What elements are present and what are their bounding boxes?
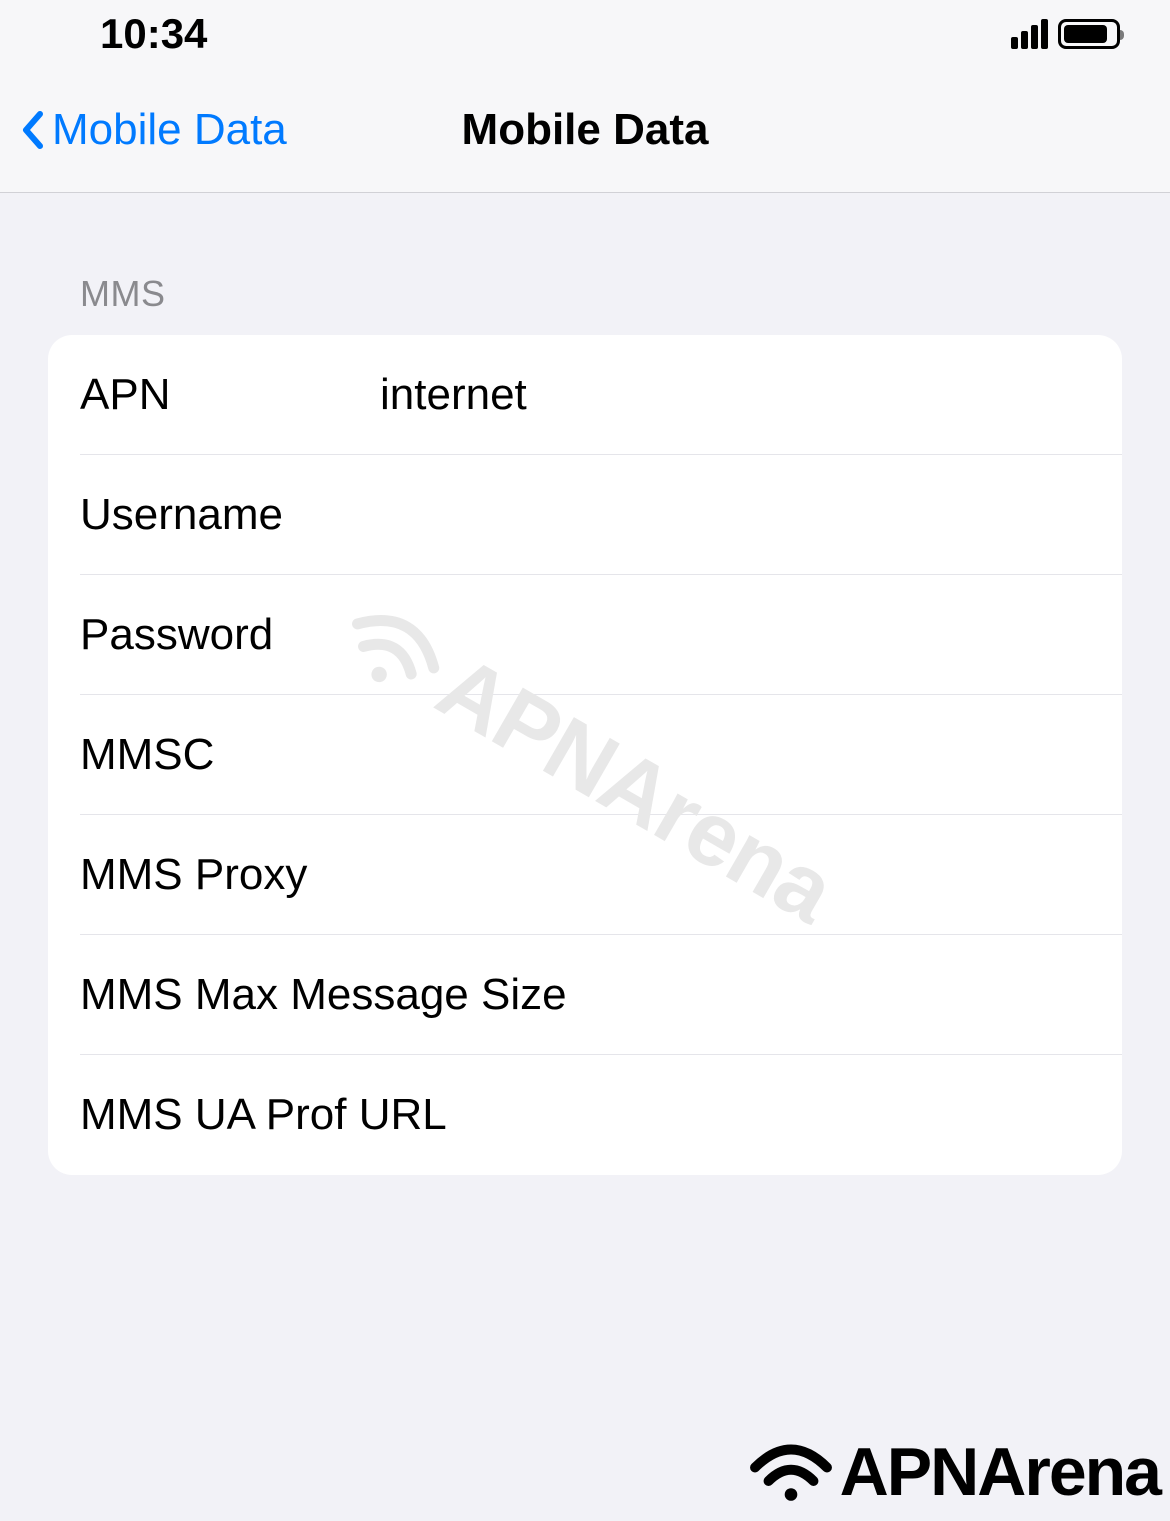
input-mms-proxy[interactable] bbox=[380, 850, 1090, 900]
input-mmsc[interactable] bbox=[380, 730, 1090, 780]
input-apn[interactable] bbox=[380, 370, 1090, 420]
content-area: MMS APN Username Password MMSC bbox=[0, 193, 1170, 1175]
row-label-username: Username bbox=[80, 490, 380, 540]
row-label-mmsc: MMSC bbox=[80, 730, 380, 780]
row-label-mms-ua-prof-url: MMS UA Prof URL bbox=[80, 1090, 1090, 1140]
row-mms-max-size[interactable]: MMS Max Message Size bbox=[48, 935, 1122, 1055]
footer-logo: APNArena bbox=[746, 1433, 1160, 1511]
navigation-bar: Mobile Data Mobile Data bbox=[0, 68, 1170, 193]
status-bar: 10:34 bbox=[0, 0, 1170, 68]
battery-icon bbox=[1058, 19, 1120, 49]
row-mmsc[interactable]: MMSC bbox=[48, 695, 1122, 815]
row-label-password: Password bbox=[80, 610, 380, 660]
row-apn[interactable]: APN bbox=[48, 335, 1122, 455]
row-username[interactable]: Username bbox=[48, 455, 1122, 575]
chevron-left-icon bbox=[20, 110, 44, 150]
footer-logo-text: APNArena bbox=[840, 1433, 1160, 1511]
row-password[interactable]: Password bbox=[48, 575, 1122, 695]
input-username[interactable] bbox=[380, 490, 1090, 540]
back-label: Mobile Data bbox=[52, 105, 287, 155]
cellular-signal-icon bbox=[1011, 19, 1048, 49]
page-title: Mobile Data bbox=[462, 105, 709, 155]
row-mms-proxy[interactable]: MMS Proxy bbox=[48, 815, 1122, 935]
back-button[interactable]: Mobile Data bbox=[20, 105, 287, 155]
status-time: 10:34 bbox=[100, 10, 207, 58]
row-label-apn: APN bbox=[80, 370, 380, 420]
section-header-mms: MMS bbox=[48, 273, 1122, 315]
input-password[interactable] bbox=[380, 610, 1090, 660]
status-icons bbox=[1011, 19, 1120, 49]
wifi-icon bbox=[746, 1436, 836, 1508]
row-mms-ua-prof-url[interactable]: MMS UA Prof URL bbox=[48, 1055, 1122, 1175]
row-label-mms-proxy: MMS Proxy bbox=[80, 850, 380, 900]
row-label-mms-max-size: MMS Max Message Size bbox=[80, 970, 1090, 1020]
settings-group-mms: APN Username Password MMSC MMS P bbox=[48, 335, 1122, 1175]
